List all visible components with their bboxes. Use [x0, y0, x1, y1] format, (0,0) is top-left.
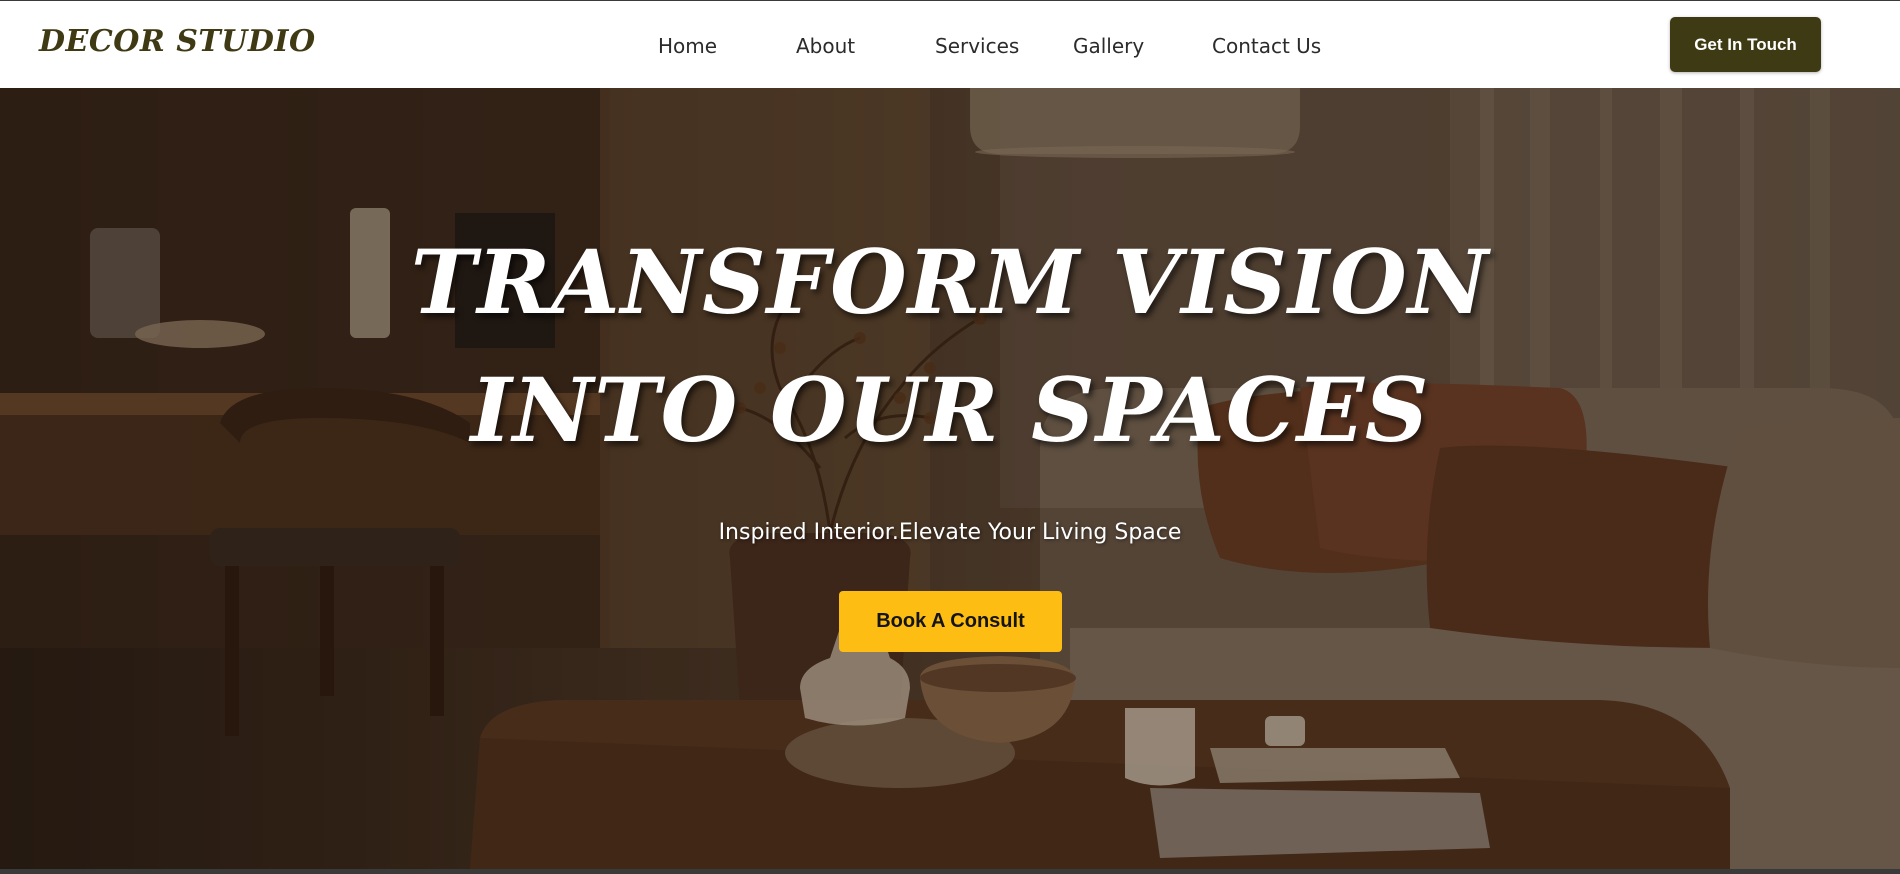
nav-item-services[interactable]: Services	[935, 34, 1019, 58]
hero-title-line-1: TRANSFORM VISION	[410, 230, 1490, 334]
hero-subtitle: Inspired Interior.Elevate Your Living Sp…	[718, 520, 1182, 545]
brand-logo[interactable]: DECOR STUDIO	[39, 24, 316, 59]
nav-item-gallery[interactable]: Gallery	[1073, 34, 1144, 58]
hero-title-line-2: INTO OUR SPACES	[470, 358, 1430, 462]
nav-item-about[interactable]: About	[796, 34, 855, 58]
hero-dark-overlay	[0, 88, 1900, 869]
book-a-consult-button[interactable]: Book A Consult	[839, 591, 1062, 652]
nav-item-home[interactable]: Home	[658, 34, 717, 58]
nav-item-contact-us[interactable]: Contact Us	[1212, 34, 1321, 58]
page-bottom-border	[0, 869, 1900, 874]
get-in-touch-button[interactable]: Get In Touch	[1670, 17, 1821, 72]
hero-section: TRANSFORM VISION INTO OUR SPACES Inspire…	[0, 88, 1900, 869]
navbar: DECOR STUDIO Home About Services Gallery…	[0, 1, 1900, 88]
